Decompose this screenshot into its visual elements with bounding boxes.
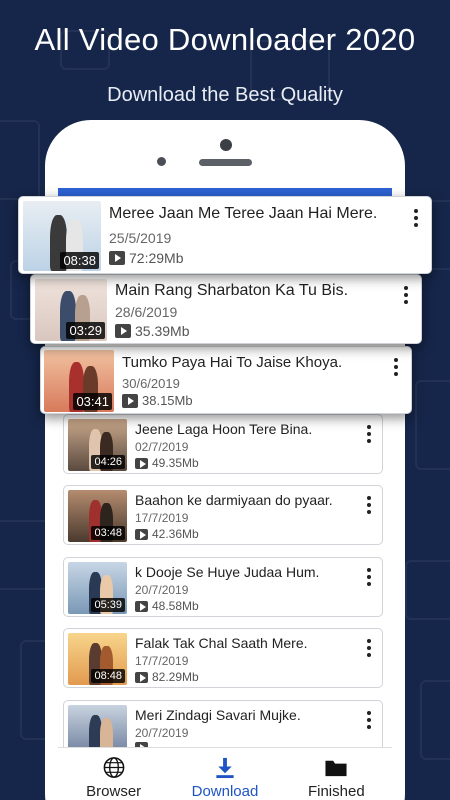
video-date: 02/7/2019 [135, 440, 189, 454]
app-toolbar [58, 188, 392, 196]
video-list-item[interactable]: 03:48 Baahon ke darmiyaan do pyaar. 17/7/2… [63, 485, 383, 545]
more-options-icon[interactable] [411, 209, 421, 227]
video-duration: 04:26 [91, 455, 125, 469]
promo-headline: All Video Downloader 2020 [34, 22, 416, 57]
video-size: 42.36Mb [152, 527, 199, 541]
video-list-item[interactable]: 08:38 Meree Jaan Me Teree Jaan Hai Mere. 2… [18, 196, 432, 274]
video-size-row: 42.36Mb [135, 527, 199, 541]
video-thumbnail[interactable]: 03:29 [35, 279, 107, 341]
video-list-item[interactable]: 05:39 k Dooje Se Huye Judaa Hum. 20/7/2019… [63, 557, 383, 617]
download-icon [216, 757, 234, 779]
video-file-icon [135, 528, 148, 540]
video-file-icon [122, 393, 138, 408]
video-thumbnail[interactable]: 03:48 [68, 490, 127, 542]
video-size-row: 38.15Mb [122, 393, 193, 408]
video-title: Tumko Paya Hai To Jaise Khoya. [122, 354, 343, 371]
video-file-icon [135, 457, 148, 469]
video-duration: 05:39 [91, 598, 125, 612]
video-duration: 08:48 [91, 669, 125, 683]
more-options-icon[interactable] [391, 358, 401, 376]
nav-finished-label: Finished [307, 783, 365, 800]
nav-finished[interactable]: Finished [281, 748, 392, 800]
video-file-icon [115, 324, 131, 338]
video-duration: 03:48 [91, 526, 125, 540]
video-size: 35.39Mb [135, 323, 190, 339]
video-list-item[interactable]: 03:29 Main Rang Sharbaton Ka Tu Bis. 28/6/… [30, 274, 422, 344]
video-list-item[interactable]: 08:48 Falak Tak Chal Saath Mere. 17/7/2019… [63, 628, 383, 688]
more-options-icon[interactable] [364, 711, 374, 729]
video-date: 17/7/2019 [135, 511, 189, 525]
video-date: 28/6/2019 [115, 304, 178, 320]
promo-subline: Download the Best Quality [107, 84, 343, 106]
video-size: 48.58Mb [152, 599, 199, 613]
video-size: 82.29Mb [152, 670, 199, 684]
video-title: Falak Tak Chal Saath Mere. [135, 635, 308, 651]
phone-speaker [199, 159, 252, 166]
nav-download-label: Download [191, 783, 259, 800]
video-size-row: 72:29Mb [109, 250, 183, 266]
video-date: 30/6/2019 [122, 376, 180, 391]
video-title: Meri Zindagi Savari Mujke. [135, 707, 301, 723]
more-options-icon[interactable] [364, 496, 374, 514]
video-thumbnail[interactable]: 08:38 [23, 201, 101, 271]
video-list-item[interactable]: 03:41 Tumko Paya Hai To Jaise Khoya. 30/6/… [40, 346, 412, 414]
video-duration: 03:29 [66, 322, 105, 339]
bottom-navigation: Browser Download Finished [58, 747, 392, 800]
more-options-icon[interactable] [401, 286, 411, 304]
globe-icon [103, 757, 125, 778]
video-size: 49.35Mb [152, 456, 199, 470]
video-size: 72:29Mb [129, 250, 184, 266]
folder-icon [325, 760, 347, 777]
video-date: 20/7/2019 [135, 726, 189, 740]
more-options-icon[interactable] [364, 568, 374, 586]
video-size-row: 82.29Mb [135, 670, 199, 684]
more-options-icon[interactable] [364, 425, 374, 443]
video-size: 38.15Mb [142, 393, 193, 408]
video-size-row: 35.39Mb [115, 323, 189, 339]
video-thumbnail[interactable]: 05:39 [68, 562, 127, 614]
video-thumbnail[interactable]: 03:41 [44, 350, 114, 412]
phone-sensor [157, 157, 166, 166]
nav-download[interactable]: Download [169, 748, 280, 800]
video-title: Baahon ke darmiyaan do pyaar. [135, 492, 333, 508]
video-date: 17/7/2019 [135, 654, 189, 668]
more-options-icon[interactable] [364, 639, 374, 657]
video-date: 25/5/2019 [109, 230, 172, 246]
video-size-row: 49.35Mb [135, 456, 199, 470]
phone-camera [220, 139, 232, 151]
video-size-row: 48.58Mb [135, 599, 199, 613]
video-duration: 03:41 [73, 393, 112, 410]
video-title: k Dooje Se Huye Judaa Hum. [135, 564, 320, 580]
video-date: 20/7/2019 [135, 583, 189, 597]
video-file-icon [135, 600, 148, 612]
video-thumbnail[interactable]: 08:48 [68, 633, 127, 685]
video-title: Jeene Laga Hoon Tere Bina. [135, 421, 313, 437]
video-thumbnail[interactable]: 04:26 [68, 419, 127, 471]
video-file-icon [135, 671, 148, 683]
video-title: Meree Jaan Me Teree Jaan Hai Mere. [109, 205, 378, 222]
nav-browser[interactable]: Browser [58, 748, 169, 800]
video-title: Main Rang Sharbaton Ka Tu Bis. [115, 282, 349, 299]
video-file-icon [109, 251, 125, 265]
video-list-item[interactable]: 04:26 Jeene Laga Hoon Tere Bina. 02/7/2019… [63, 414, 383, 474]
video-duration: 08:38 [60, 252, 99, 269]
nav-browser-label: Browser [86, 783, 142, 800]
